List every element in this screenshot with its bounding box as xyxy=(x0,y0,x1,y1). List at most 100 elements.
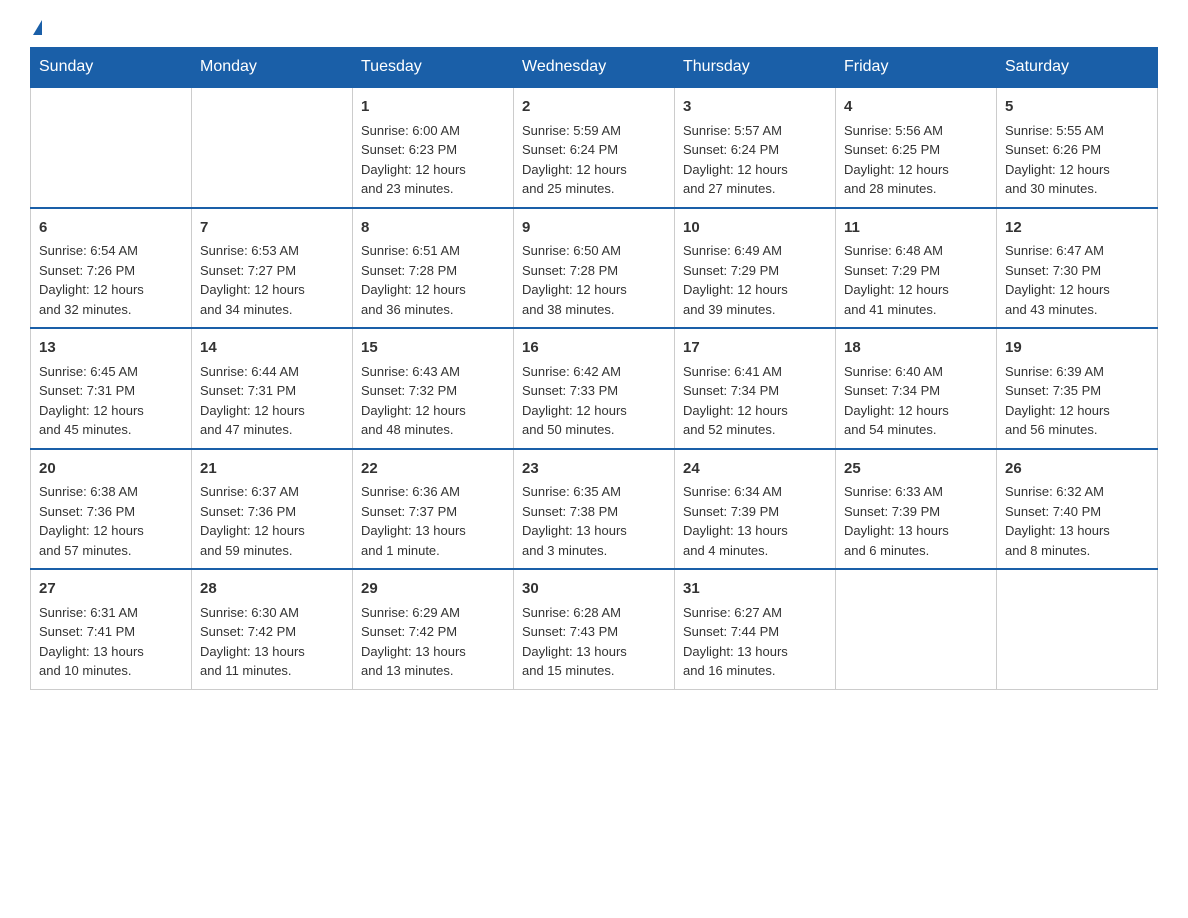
day-number: 20 xyxy=(39,458,183,481)
calendar-cell: 1 Sunrise: 6:00 AM Sunset: 6:23 PM Daylig… xyxy=(353,87,514,208)
calendar-cell xyxy=(997,569,1158,689)
calendar-cell: 3Sunrise: 5:57 AM Sunset: 6:24 PM Daylig… xyxy=(675,87,836,208)
calendar-cell: 7 Sunrise: 6:53 AM Sunset: 7:27 PM Daylig… xyxy=(192,208,353,329)
day-info: Sunrise: 6:35 AM Sunset: 7:38 PM Dayligh… xyxy=(522,484,627,558)
day-info: Sunrise: 6:00 AM Sunset: 6:23 PM Dayligh… xyxy=(361,123,466,197)
day-info: Sunrise: 6:43 AM Sunset: 7:32 PM Dayligh… xyxy=(361,364,466,438)
day-info: Sunrise: 6:47 AM Sunset: 7:30 PM Dayligh… xyxy=(1005,243,1110,317)
day-number: 7 xyxy=(200,217,344,240)
calendar-cell: 28Sunrise: 6:30 AM Sunset: 7:42 PM Dayli… xyxy=(192,569,353,689)
day-number: 26 xyxy=(1005,458,1149,481)
day-info: Sunrise: 6:40 AM Sunset: 7:34 PM Dayligh… xyxy=(844,364,949,438)
day-number: 11 xyxy=(844,217,988,240)
calendar-cell: 26 Sunrise: 6:32 AM Sunset: 7:40 PM Dayli… xyxy=(997,449,1158,570)
day-info: Sunrise: 6:51 AM Sunset: 7:28 PM Dayligh… xyxy=(361,243,466,317)
day-number: 18 xyxy=(844,337,988,360)
day-number: 14 xyxy=(200,337,344,360)
calendar-cell: 27 Sunrise: 6:31 AM Sunset: 7:41 PM Dayli… xyxy=(31,569,192,689)
day-number: 25 xyxy=(844,458,988,481)
day-info: Sunrise: 5:57 AM Sunset: 6:24 PM Dayligh… xyxy=(683,123,788,197)
calendar-cell: 16 Sunrise: 6:42 AM Sunset: 7:33 PM Dayli… xyxy=(514,328,675,449)
day-info: Sunrise: 6:36 AM Sunset: 7:37 PM Dayligh… xyxy=(361,484,466,558)
column-header-saturday: Saturday xyxy=(997,48,1158,88)
day-number: 4 xyxy=(844,96,988,119)
day-info: Sunrise: 6:29 AM Sunset: 7:42 PM Dayligh… xyxy=(361,605,466,679)
calendar-cell: 22 Sunrise: 6:36 AM Sunset: 7:37 PM Dayli… xyxy=(353,449,514,570)
day-number: 22 xyxy=(361,458,505,481)
day-number: 13 xyxy=(39,337,183,360)
calendar-week-row: 20 Sunrise: 6:38 AM Sunset: 7:36 PM Dayli… xyxy=(31,449,1158,570)
day-info: Sunrise: 6:41 AM Sunset: 7:34 PM Dayligh… xyxy=(683,364,788,438)
day-number: 29 xyxy=(361,578,505,601)
calendar-cell: 4 Sunrise: 5:56 AM Sunset: 6:25 PM Daylig… xyxy=(836,87,997,208)
column-header-wednesday: Wednesday xyxy=(514,48,675,88)
calendar-table: SundayMondayTuesdayWednesdayThursdayFrid… xyxy=(30,47,1158,690)
day-info: Sunrise: 5:59 AM Sunset: 6:24 PM Dayligh… xyxy=(522,123,627,197)
calendar-cell: 18 Sunrise: 6:40 AM Sunset: 7:34 PM Dayli… xyxy=(836,328,997,449)
calendar-cell: 29 Sunrise: 6:29 AM Sunset: 7:42 PM Dayli… xyxy=(353,569,514,689)
day-info: Sunrise: 5:56 AM Sunset: 6:25 PM Dayligh… xyxy=(844,123,949,197)
day-info: Sunrise: 6:34 AM Sunset: 7:39 PM Dayligh… xyxy=(683,484,788,558)
day-info: Sunrise: 6:32 AM Sunset: 7:40 PM Dayligh… xyxy=(1005,484,1110,558)
calendar-cell: 11 Sunrise: 6:48 AM Sunset: 7:29 PM Dayli… xyxy=(836,208,997,329)
column-header-tuesday: Tuesday xyxy=(353,48,514,88)
day-number: 27 xyxy=(39,578,183,601)
day-info: Sunrise: 6:39 AM Sunset: 7:35 PM Dayligh… xyxy=(1005,364,1110,438)
calendar-week-row: 1 Sunrise: 6:00 AM Sunset: 6:23 PM Daylig… xyxy=(31,87,1158,208)
day-number: 8 xyxy=(361,217,505,240)
day-info: Sunrise: 6:48 AM Sunset: 7:29 PM Dayligh… xyxy=(844,243,949,317)
day-number: 1 xyxy=(361,96,505,119)
calendar-cell xyxy=(192,87,353,208)
calendar-week-row: 13 Sunrise: 6:45 AM Sunset: 7:31 PM Dayli… xyxy=(31,328,1158,449)
day-number: 16 xyxy=(522,337,666,360)
day-number: 24 xyxy=(683,458,827,481)
calendar-cell: 12Sunrise: 6:47 AM Sunset: 7:30 PM Dayli… xyxy=(997,208,1158,329)
logo-triangle-icon xyxy=(33,20,42,35)
column-header-thursday: Thursday xyxy=(675,48,836,88)
day-info: Sunrise: 6:28 AM Sunset: 7:43 PM Dayligh… xyxy=(522,605,627,679)
calendar-cell: 20 Sunrise: 6:38 AM Sunset: 7:36 PM Dayli… xyxy=(31,449,192,570)
column-header-friday: Friday xyxy=(836,48,997,88)
column-header-monday: Monday xyxy=(192,48,353,88)
day-number: 2 xyxy=(522,96,666,119)
day-number: 10 xyxy=(683,217,827,240)
day-number: 15 xyxy=(361,337,505,360)
calendar-cell: 6 Sunrise: 6:54 AM Sunset: 7:26 PM Daylig… xyxy=(31,208,192,329)
calendar-cell xyxy=(31,87,192,208)
day-info: Sunrise: 6:45 AM Sunset: 7:31 PM Dayligh… xyxy=(39,364,144,438)
day-number: 5 xyxy=(1005,96,1149,119)
day-info: Sunrise: 6:54 AM Sunset: 7:26 PM Dayligh… xyxy=(39,243,144,317)
page-header xyxy=(30,20,1158,39)
calendar-cell: 15 Sunrise: 6:43 AM Sunset: 7:32 PM Dayli… xyxy=(353,328,514,449)
day-info: Sunrise: 6:49 AM Sunset: 7:29 PM Dayligh… xyxy=(683,243,788,317)
day-info: Sunrise: 6:38 AM Sunset: 7:36 PM Dayligh… xyxy=(39,484,144,558)
day-info: Sunrise: 6:27 AM Sunset: 7:44 PM Dayligh… xyxy=(683,605,788,679)
day-info: Sunrise: 6:33 AM Sunset: 7:39 PM Dayligh… xyxy=(844,484,949,558)
calendar-cell xyxy=(836,569,997,689)
calendar-cell: 25 Sunrise: 6:33 AM Sunset: 7:39 PM Dayli… xyxy=(836,449,997,570)
calendar-cell: 5 Sunrise: 5:55 AM Sunset: 6:26 PM Daylig… xyxy=(997,87,1158,208)
day-number: 9 xyxy=(522,217,666,240)
day-info: Sunrise: 6:31 AM Sunset: 7:41 PM Dayligh… xyxy=(39,605,144,679)
calendar-cell: 31 Sunrise: 6:27 AM Sunset: 7:44 PM Dayli… xyxy=(675,569,836,689)
day-number: 31 xyxy=(683,578,827,601)
calendar-cell: 21Sunrise: 6:37 AM Sunset: 7:36 PM Dayli… xyxy=(192,449,353,570)
calendar-cell: 13 Sunrise: 6:45 AM Sunset: 7:31 PM Dayli… xyxy=(31,328,192,449)
day-info: Sunrise: 6:42 AM Sunset: 7:33 PM Dayligh… xyxy=(522,364,627,438)
day-number: 6 xyxy=(39,217,183,240)
day-info: Sunrise: 6:44 AM Sunset: 7:31 PM Dayligh… xyxy=(200,364,305,438)
calendar-header-row: SundayMondayTuesdayWednesdayThursdayFrid… xyxy=(31,48,1158,88)
calendar-cell: 9 Sunrise: 6:50 AM Sunset: 7:28 PM Daylig… xyxy=(514,208,675,329)
calendar-cell: 24 Sunrise: 6:34 AM Sunset: 7:39 PM Dayli… xyxy=(675,449,836,570)
day-info: Sunrise: 5:55 AM Sunset: 6:26 PM Dayligh… xyxy=(1005,123,1110,197)
calendar-cell: 19 Sunrise: 6:39 AM Sunset: 7:35 PM Dayli… xyxy=(997,328,1158,449)
calendar-cell: 30Sunrise: 6:28 AM Sunset: 7:43 PM Dayli… xyxy=(514,569,675,689)
day-info: Sunrise: 6:50 AM Sunset: 7:28 PM Dayligh… xyxy=(522,243,627,317)
calendar-cell: 23Sunrise: 6:35 AM Sunset: 7:38 PM Dayli… xyxy=(514,449,675,570)
day-info: Sunrise: 6:53 AM Sunset: 7:27 PM Dayligh… xyxy=(200,243,305,317)
day-number: 21 xyxy=(200,458,344,481)
day-info: Sunrise: 6:30 AM Sunset: 7:42 PM Dayligh… xyxy=(200,605,305,679)
day-number: 19 xyxy=(1005,337,1149,360)
calendar-cell: 2 Sunrise: 5:59 AM Sunset: 6:24 PM Daylig… xyxy=(514,87,675,208)
column-header-sunday: Sunday xyxy=(31,48,192,88)
